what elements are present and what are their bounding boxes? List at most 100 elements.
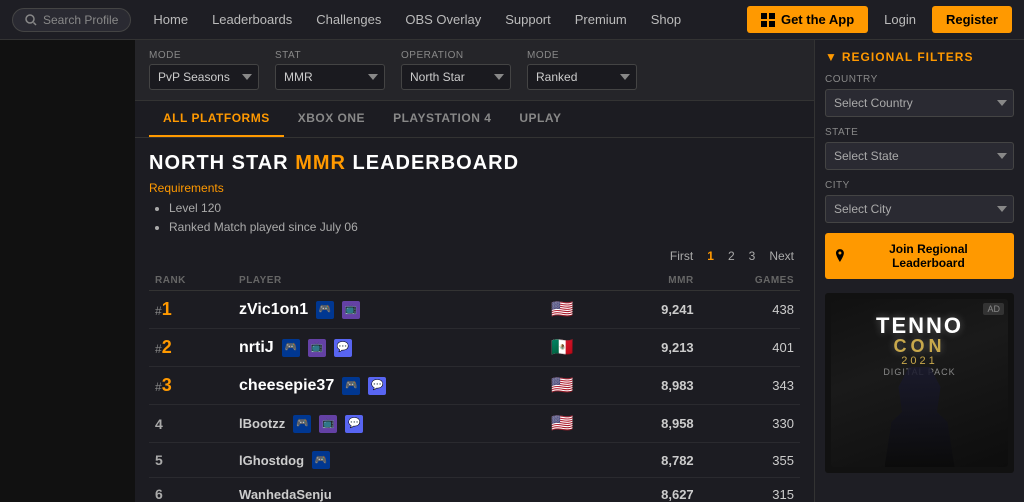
games-cell: 438 xyxy=(700,291,800,329)
player-cell: zVic1on1 🎮 📺 xyxy=(233,291,545,329)
operation-select[interactable]: North Star xyxy=(401,64,511,90)
nav-obs[interactable]: OBS Overlay xyxy=(395,12,491,27)
flag-cell xyxy=(545,478,612,502)
player-cell: WanhedaSenju xyxy=(233,478,545,502)
main-layout: MODE PvP Seasons STAT MMR OPERATION Nort… xyxy=(0,40,1024,502)
table-row[interactable]: 5 lGhostdog 🎮 8,782355 xyxy=(149,443,800,478)
tab-xbox[interactable]: Xbox One xyxy=(284,101,379,137)
page-next[interactable]: Next xyxy=(765,247,798,265)
nav-premium[interactable]: Premium xyxy=(565,12,637,27)
mode-label: MODE xyxy=(149,50,259,61)
table-row[interactable]: 6 WanhedaSenju 8,627315 xyxy=(149,478,800,502)
table-row[interactable]: 4 lBootzz 🎮📺💬 🇺🇸8,958330 xyxy=(149,405,800,443)
stat-select[interactable]: MMR xyxy=(275,64,385,90)
mode2-filter-group: MODE Ranked xyxy=(527,50,637,90)
pagination: First 1 2 3 Next xyxy=(149,247,800,265)
ad-figure xyxy=(831,357,1008,467)
left-sidebar xyxy=(0,40,135,502)
country-flag: 🇺🇸 xyxy=(551,375,573,395)
nav-support[interactable]: Support xyxy=(495,12,561,27)
search-label: Search Profile xyxy=(43,13,118,27)
country-flag: 🇺🇸 xyxy=(551,299,573,319)
country-flag: 🇺🇸 xyxy=(551,413,573,433)
table-row[interactable]: #2 nrtiJ 🎮📺💬 🇲🇽 9,213401 xyxy=(149,329,800,367)
windows-icon xyxy=(761,13,775,27)
player-cell: lBootzz 🎮 📺 💬 xyxy=(233,405,545,443)
player-cell: lGhostdog 🎮 xyxy=(233,443,545,478)
requirement-item: Ranked Match played since July 06 xyxy=(169,218,800,237)
rank-cell: 4 xyxy=(149,405,233,443)
rank-cell: 5 xyxy=(149,443,233,478)
nav-shop[interactable]: Shop xyxy=(641,12,691,27)
country-flag: 🇲🇽 xyxy=(551,337,573,357)
search-profile[interactable]: Search Profile xyxy=(12,8,131,32)
discord-icon: 💬 xyxy=(368,377,386,395)
tab-all-platforms[interactable]: All Platforms xyxy=(149,101,284,137)
login-button[interactable]: Login xyxy=(872,6,928,33)
state-select[interactable]: Select State xyxy=(825,142,1014,170)
discord-icon: 💬 xyxy=(345,415,363,433)
page-3[interactable]: 3 xyxy=(745,247,760,265)
player-name[interactable]: lGhostdog xyxy=(239,453,304,468)
get-app-button[interactable]: Get the App xyxy=(747,6,868,33)
rank-cell: 6 xyxy=(149,478,233,502)
leaderboard-body: NORTH STAR MMR LEADERBOARD Requirements … xyxy=(135,138,814,502)
table-row[interactable]: #1 zVic1on1 🎮📺 🇺🇸9,241438 xyxy=(149,291,800,329)
rank-cell: #1 xyxy=(149,291,233,329)
twitch-icon: 📺 xyxy=(319,415,337,433)
page-1[interactable]: 1 xyxy=(703,247,718,265)
table-row[interactable]: #3 cheesepie37 🎮💬 🇺🇸8,983343 xyxy=(149,367,800,405)
country-filter: Country Select Country xyxy=(825,74,1014,117)
playstation-icon: 🎮 xyxy=(316,301,334,319)
flag-cell: 🇺🇸 xyxy=(545,291,612,329)
player-name[interactable]: zVic1on1 xyxy=(239,301,308,319)
twitch-icon: 📺 xyxy=(342,301,360,319)
nav-leaderboards[interactable]: Leaderboards xyxy=(202,12,302,27)
country-select[interactable]: Select Country xyxy=(825,89,1014,117)
flag-cell: 🇲🇽 xyxy=(545,329,612,367)
player-name[interactable]: cheesepie37 xyxy=(239,377,334,395)
page-2[interactable]: 2 xyxy=(724,247,739,265)
player-name[interactable]: WanhedaSenju xyxy=(239,487,332,502)
navigation: Search Profile Home Leaderboards Challen… xyxy=(0,0,1024,40)
nav-home[interactable]: Home xyxy=(143,12,198,27)
games-cell: 355 xyxy=(700,443,800,478)
state-filter: State Select State xyxy=(825,127,1014,170)
page-first[interactable]: First xyxy=(666,247,697,265)
mode2-select[interactable]: Ranked xyxy=(527,64,637,90)
requirements-label: Requirements xyxy=(149,181,800,195)
player-name[interactable]: nrtiJ xyxy=(239,339,274,357)
right-panel: ▼ Regional Filters Country Select Countr… xyxy=(814,40,1024,502)
state-label: State xyxy=(825,127,1014,138)
mmr-cell: 8,782 xyxy=(612,443,699,478)
player-cell: nrtiJ 🎮📺💬 xyxy=(233,329,545,367)
playstation-icon: 🎮 xyxy=(293,415,311,433)
ad-label: AD xyxy=(983,303,1004,315)
city-filter: City Select City xyxy=(825,180,1014,223)
player-name[interactable]: lBootzz xyxy=(239,416,285,431)
mmr-cell: 9,213 xyxy=(612,329,699,367)
register-button[interactable]: Register xyxy=(932,6,1012,33)
flag-cell: 🇺🇸 xyxy=(545,367,612,405)
search-icon xyxy=(25,14,37,26)
player-cell: cheesepie37 🎮💬 xyxy=(233,367,545,405)
tab-uplay[interactable]: Uplay xyxy=(505,101,575,137)
twitch-icon: 📺 xyxy=(308,339,326,357)
col-mmr: MMR xyxy=(612,271,699,291)
rank-cell: #2 xyxy=(149,329,233,367)
flag-cell: 🇺🇸 xyxy=(545,405,612,443)
games-cell: 401 xyxy=(700,329,800,367)
nav-challenges[interactable]: Challenges xyxy=(306,12,391,27)
games-cell: 315 xyxy=(700,478,800,502)
join-regional-button[interactable]: Join Regional Leaderboard xyxy=(825,233,1014,279)
flag-cell xyxy=(545,443,612,478)
col-games: Games xyxy=(700,271,800,291)
leaderboard-table: Rank Player MMR Games #1 zVic1on1 🎮📺 🇺🇸9… xyxy=(149,271,800,502)
tab-playstation[interactable]: PlayStation 4 xyxy=(379,101,505,137)
rank-cell: #3 xyxy=(149,367,233,405)
mode-select[interactable]: PvP Seasons xyxy=(149,64,259,90)
stat-filter-group: STAT MMR xyxy=(275,50,385,90)
requirement-item: Level 120 xyxy=(169,199,800,218)
games-cell: 343 xyxy=(700,367,800,405)
city-select[interactable]: Select City xyxy=(825,195,1014,223)
